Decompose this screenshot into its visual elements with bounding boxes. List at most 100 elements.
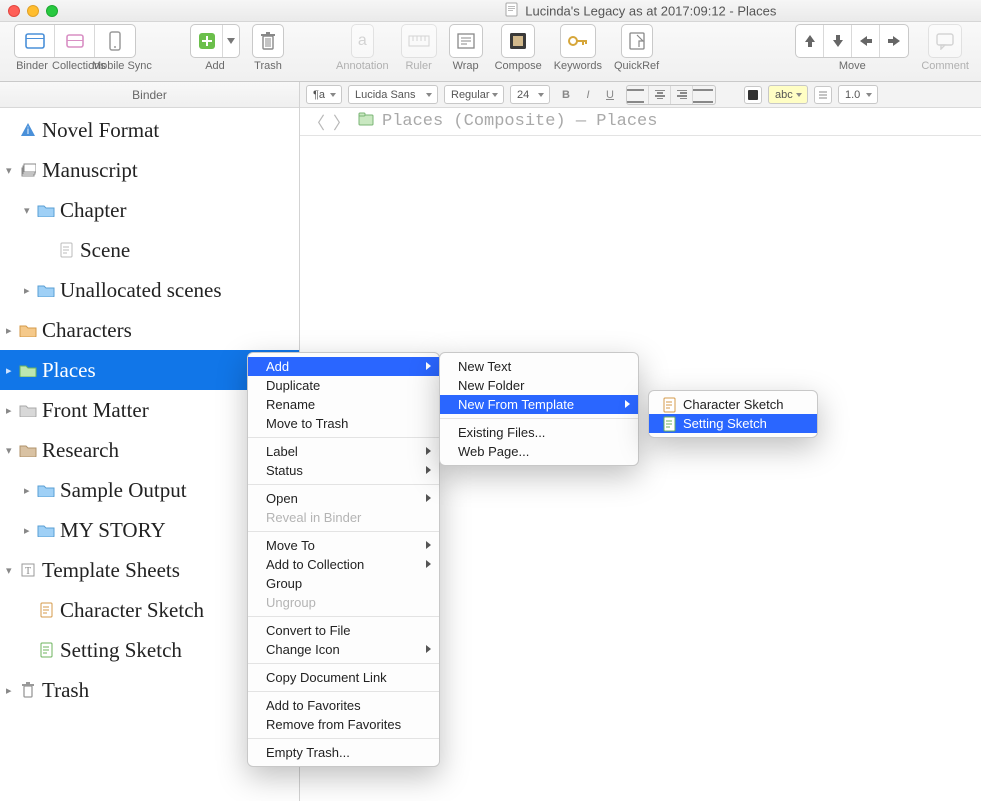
wrap-button[interactable] (449, 24, 483, 58)
text-color-button[interactable] (744, 86, 762, 104)
nav-forward-button[interactable]: 〉 (333, 109, 350, 135)
collections-label: Collections (52, 60, 92, 72)
disclosure-triangle[interactable]: ▾ (6, 564, 18, 577)
menu-item-new-from-template[interactable]: New From Template (440, 395, 638, 414)
binder-item-manuscript[interactable]: ▾Manuscript (0, 150, 299, 190)
binder-item-label: Novel Format (42, 118, 159, 143)
menu-item-web-page-[interactable]: Web Page... (440, 442, 638, 461)
menu-item-label[interactable]: Label (248, 442, 439, 461)
italic-button[interactable]: I (578, 89, 598, 101)
disclosure-triangle[interactable]: ▸ (24, 524, 36, 537)
underline-button[interactable]: U (600, 89, 620, 101)
folder-green-icon (18, 363, 38, 377)
binder-item-novel-format[interactable]: iNovel Format (0, 110, 299, 150)
disclosure-triangle[interactable]: ▾ (6, 444, 18, 457)
align-right-button[interactable] (671, 86, 693, 104)
menu-item-move-to-trash[interactable]: Move to Trash (248, 414, 439, 433)
menu-item-setting-sketch[interactable]: Setting Sketch (649, 414, 817, 433)
weight-dropdown[interactable]: Regular (444, 85, 504, 104)
mobile-sync-button[interactable] (95, 25, 135, 57)
submenu-new-from-template[interactable]: Character Sketch Setting Sketch (648, 390, 818, 438)
minimize-window-button[interactable] (27, 5, 39, 17)
menu-item-new-text[interactable]: New Text (440, 357, 638, 376)
keywords-button[interactable] (560, 24, 596, 58)
menu-item-character-sketch[interactable]: Character Sketch (649, 395, 817, 414)
binder-item-characters[interactable]: ▸Characters (0, 310, 299, 350)
move-down-button[interactable] (824, 25, 852, 57)
move-left-button[interactable] (852, 25, 880, 57)
menu-item-label: Move To (266, 538, 315, 553)
add-button[interactable] (191, 25, 223, 57)
document-icon (505, 2, 518, 20)
alignment-group (626, 85, 716, 105)
menu-item-remove-from-favorites[interactable]: Remove from Favorites (248, 715, 439, 734)
menu-item-convert-to-file[interactable]: Convert to File (248, 621, 439, 640)
nav-back-button[interactable]: 〈 (308, 109, 325, 135)
disclosure-triangle[interactable]: ▸ (24, 284, 36, 297)
binder-item-unallocated-scenes[interactable]: ▸Unallocated scenes (0, 270, 299, 310)
move-right-button[interactable] (880, 25, 908, 57)
align-left-button[interactable] (627, 86, 649, 104)
menu-item-copy-document-link[interactable]: Copy Document Link (248, 668, 439, 687)
submenu-add[interactable]: New TextNew FolderNew From Template Exist… (439, 352, 639, 466)
menu-item-new-folder[interactable]: New Folder (440, 376, 638, 395)
comment-button[interactable] (928, 24, 962, 58)
para-style-dropdown[interactable]: ¶a (306, 85, 342, 104)
menu-item-status[interactable]: Status (248, 461, 439, 480)
align-center-button[interactable] (649, 86, 671, 104)
compose-button[interactable] (501, 24, 535, 58)
disclosure-triangle[interactable]: ▸ (6, 684, 18, 697)
line-spacing-icon[interactable] (814, 86, 832, 104)
binder-button[interactable] (15, 25, 55, 57)
trash-label: Trash (254, 60, 282, 72)
menu-item-label: Character Sketch (683, 397, 783, 412)
close-window-button[interactable] (8, 5, 20, 17)
add-button-row (190, 24, 240, 58)
font-dropdown[interactable]: Lucida Sans (348, 85, 438, 104)
align-justify-button[interactable] (693, 86, 715, 104)
binder-item-scene[interactable]: Scene (0, 230, 299, 270)
menu-item-empty-trash-[interactable]: Empty Trash... (248, 743, 439, 762)
path-bar: 〈 〉 Places (Composite) — Places (300, 108, 981, 136)
quickref-button[interactable] (621, 24, 653, 58)
menu-item-open[interactable]: Open (248, 489, 439, 508)
disclosure-triangle[interactable]: ▸ (6, 364, 18, 377)
zoom-window-button[interactable] (46, 5, 58, 17)
binder-item-chapter[interactable]: ▾Chapter (0, 190, 299, 230)
binder-header: Binder (0, 82, 299, 108)
menu-item-label: Remove from Favorites (266, 717, 401, 732)
bold-button[interactable]: B (556, 89, 576, 101)
disclosure-triangle[interactable]: ▸ (24, 484, 36, 497)
menu-item-move-to[interactable]: Move To (248, 536, 439, 555)
menu-item-label: Group (266, 576, 302, 591)
menu-item-add-to-collection[interactable]: Add to Collection (248, 555, 439, 574)
menu-item-change-icon[interactable]: Change Icon (248, 640, 439, 659)
menu-item-group[interactable]: Group (248, 574, 439, 593)
disclosure-triangle[interactable]: ▸ (6, 324, 18, 337)
collections-button[interactable] (55, 25, 95, 57)
size-dropdown[interactable]: 24 (510, 85, 550, 104)
wrap-label: Wrap (453, 60, 479, 72)
binder-item-label: Trash (42, 678, 89, 703)
menu-item-add[interactable]: Add (248, 357, 439, 376)
disclosure-triangle[interactable]: ▸ (6, 404, 18, 417)
highlight-dropdown[interactable]: abc (768, 85, 808, 104)
toolbar-group-trash: Trash (252, 24, 284, 72)
add-menu-button[interactable] (223, 25, 239, 57)
menu-item-add-to-favorites[interactable]: Add to Favorites (248, 696, 439, 715)
line-spacing-dropdown[interactable]: 1.0 (838, 85, 878, 104)
path-folder-icon (358, 112, 374, 132)
move-up-button[interactable] (796, 25, 824, 57)
menu-item-rename[interactable]: Rename (248, 395, 439, 414)
disclosure-triangle[interactable]: ▾ (6, 164, 18, 177)
quickref-label: QuickRef (614, 60, 659, 72)
disclosure-triangle[interactable]: ▾ (24, 204, 36, 217)
trash-button[interactable] (252, 24, 284, 58)
menu-item-duplicate[interactable]: Duplicate (248, 376, 439, 395)
annotation-button[interactable]: a (351, 24, 374, 58)
menu-item-existing-files-[interactable]: Existing Files... (440, 423, 638, 442)
toolbar-view-buttons (14, 24, 136, 58)
ruler-button[interactable] (401, 24, 437, 58)
menu-item-label: Empty Trash... (266, 745, 350, 760)
context-menu[interactable]: AddDuplicateRenameMove to Trash LabelStat… (247, 352, 440, 767)
